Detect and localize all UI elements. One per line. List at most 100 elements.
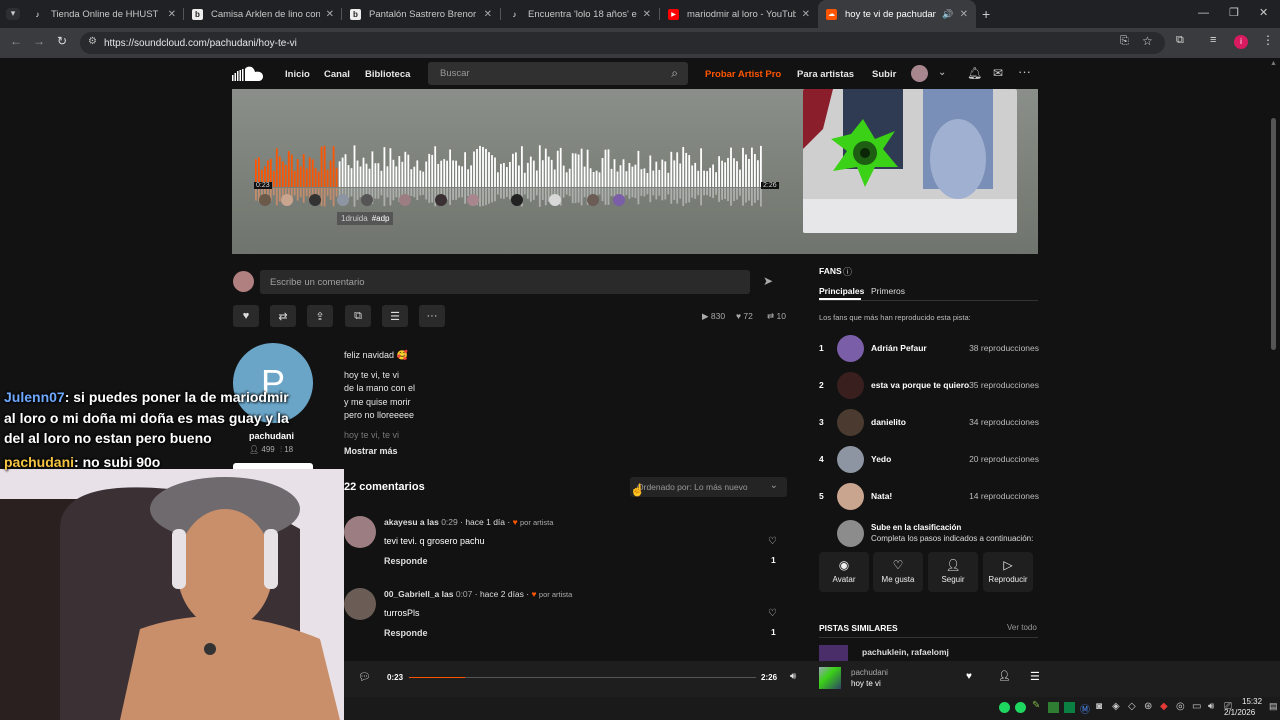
nav-home[interactable]: Inicio [285, 69, 310, 80]
timed-comment-avatar[interactable] [467, 194, 479, 206]
media-control-icon[interactable]: ≡ [1210, 34, 1216, 46]
more-actions-button[interactable]: ··· [419, 305, 445, 327]
speaker-icon[interactable]: 🔊︎ [1208, 701, 1214, 712]
search-input[interactable]: Buscar ⌕ [428, 62, 688, 85]
copy-link-button[interactable]: ⧉ [345, 305, 371, 327]
tray-app-icon[interactable]: Ⓜ [1080, 701, 1090, 716]
tray-app-icon[interactable] [1064, 702, 1075, 713]
queue-icon[interactable]: ☰ [1030, 670, 1040, 683]
like-button[interactable]: ♥ [233, 305, 259, 327]
timed-comment-avatar[interactable] [511, 194, 523, 206]
timed-comment-avatar[interactable] [435, 194, 447, 206]
spotify-icon[interactable] [999, 702, 1010, 713]
comment-like-icon[interactable]: ♡ [768, 608, 777, 619]
more-menu-icon[interactable]: ··· [1018, 64, 1031, 79]
tray-app-icon[interactable]: ◆ [1160, 701, 1168, 712]
fan-avatar[interactable] [837, 335, 864, 362]
fan-row[interactable]: 4 Yedo 20 reproducciones [819, 444, 1039, 474]
browser-tab[interactable]: ♪ Tienda Online de HHUST ✕ [24, 0, 184, 28]
close-tab-icon[interactable]: ✕ [643, 9, 651, 20]
player-follow-icon[interactable]: 👤︎ [998, 671, 1011, 682]
address-bar[interactable]: ⚙ https://soundcloud.com/pachudani/hoy-t… [80, 32, 1165, 54]
new-tab-button[interactable]: + [982, 6, 990, 22]
chevron-down-icon[interactable]: ⌄ [938, 67, 946, 78]
tray-app-icon[interactable]: ◇ [1128, 701, 1136, 712]
related-artwork[interactable] [819, 645, 848, 661]
step-like-button[interactable]: ♡ Me gusta [873, 552, 923, 592]
browser-menu-icon[interactable]: ⋮ [1262, 33, 1274, 47]
soundcloud-logo[interactable] [232, 66, 264, 81]
likes-stat[interactable]: ♥ 72 [736, 311, 753, 321]
share-button[interactable]: ⇪ [307, 305, 333, 327]
profile-avatar[interactable]: i [1234, 35, 1248, 49]
close-tab-icon[interactable]: ✕ [960, 9, 968, 20]
browser-tab-active[interactable]: ☁ hoy te vi de pachudani 🔊 ✕ [818, 0, 976, 28]
notification-icon[interactable]: ▤ [1269, 701, 1278, 712]
network-icon[interactable]: ▭ [1192, 701, 1201, 712]
tab-search-button[interactable]: ▾ [6, 8, 20, 20]
step-play-button[interactable]: ▷ Reproducir [983, 552, 1033, 592]
scroll-up-arrow[interactable]: ▲ [1270, 60, 1277, 67]
volume-icon[interactable]: 🔊︎ [790, 671, 796, 682]
see-all-link[interactable]: Ver todo [1007, 623, 1037, 632]
user-avatar[interactable] [911, 65, 928, 82]
clock-time[interactable]: 15:32 [1242, 697, 1262, 706]
nav-library[interactable]: Biblioteca [365, 69, 410, 80]
comment-input[interactable]: Escribe un comentario [260, 270, 750, 294]
tray-app-icon[interactable]: ◎ [1176, 701, 1185, 712]
timed-comment-avatar[interactable] [361, 194, 373, 206]
upload-link[interactable]: Subir [872, 69, 896, 80]
messages-icon[interactable]: ✉ [993, 66, 1003, 80]
browser-tab[interactable]: b Camisa Arklen de lino con estampado ✕ [184, 0, 342, 28]
uploader-name[interactable]: pachudani [249, 431, 294, 441]
discord-icon[interactable]: ◙ [1096, 701, 1102, 712]
player-track[interactable]: hoy te vi [851, 679, 881, 688]
tray-app-icon[interactable]: ◈ [1112, 701, 1120, 712]
search-icon[interactable]: ⌕ [671, 66, 678, 81]
close-tab-icon[interactable]: ✕ [802, 9, 810, 20]
bookmark-star-icon[interactable]: ☆ [1142, 34, 1153, 48]
info-icon[interactable]: ⓘ [843, 265, 852, 278]
progress-track[interactable] [409, 677, 756, 678]
send-comment-icon[interactable]: ➤ [763, 274, 773, 288]
waveform[interactable] [255, 143, 763, 211]
clock-date[interactable]: 2/1/2026 [1224, 708, 1255, 717]
fan-row[interactable]: 3 danielito 34 reproducciones [819, 407, 1039, 437]
timed-comment-avatar[interactable] [337, 194, 349, 206]
timed-comment-avatar[interactable] [259, 194, 271, 206]
notifications-bell-icon[interactable]: 🔔︎ [967, 66, 982, 80]
fan-row[interactable]: 1 Adrián Pefaur 38 reproducciones [819, 333, 1039, 363]
fan-row[interactable]: 5 Nata! 14 reproducciones [819, 481, 1039, 511]
tab-first-fans[interactable]: Primeros [871, 286, 905, 296]
repost-button[interactable]: ⇄ [270, 305, 296, 327]
browser-tab[interactable]: ♪ Encuentra 'lolo 18 años' en TikTok ✕ [501, 0, 659, 28]
reposts-stat[interactable]: ⇄ 10 [767, 311, 786, 322]
comment-avatar[interactable] [344, 516, 376, 548]
player-artist[interactable]: pachudani [851, 668, 888, 677]
player-like-icon[interactable]: ♥ [966, 671, 972, 682]
tray-app-icon[interactable] [1048, 702, 1059, 713]
nav-feed[interactable]: Canal [324, 69, 350, 80]
close-tab-icon[interactable]: ✕ [168, 9, 176, 20]
timed-comment-avatar[interactable] [549, 194, 561, 206]
fan-avatar[interactable] [837, 409, 864, 436]
page-scrollbar[interactable] [1271, 118, 1276, 350]
close-window-button[interactable]: ✕ [1259, 6, 1268, 19]
comment-avatar[interactable] [344, 588, 376, 620]
install-app-icon[interactable]: ⎘ [1120, 35, 1129, 48]
timed-comment-avatar[interactable] [399, 194, 411, 206]
track-artwork[interactable] [803, 89, 1017, 233]
fan-row[interactable]: 2 esta va porque te quiero 35 reproducci… [819, 370, 1039, 400]
timed-comment-avatar[interactable] [587, 194, 599, 206]
timed-comment-avatar[interactable] [309, 194, 321, 206]
step-avatar-button[interactable]: ◉ Avatar [819, 552, 869, 592]
add-to-playlist-button[interactable]: ☰ [382, 305, 408, 327]
site-info-icon[interactable]: ⚙ [88, 36, 97, 47]
steam-icon[interactable]: ⊛ [1144, 701, 1152, 712]
close-tab-icon[interactable]: ✕ [326, 9, 334, 20]
for-artists-link[interactable]: Para artistas [797, 69, 854, 80]
pen-icon[interactable]: ✎ [1032, 700, 1040, 711]
show-more-link[interactable]: Mostrar más [344, 446, 398, 456]
restore-button[interactable]: ❐ [1229, 6, 1239, 19]
try-artist-pro-link[interactable]: Probar Artist Pro [705, 69, 781, 80]
